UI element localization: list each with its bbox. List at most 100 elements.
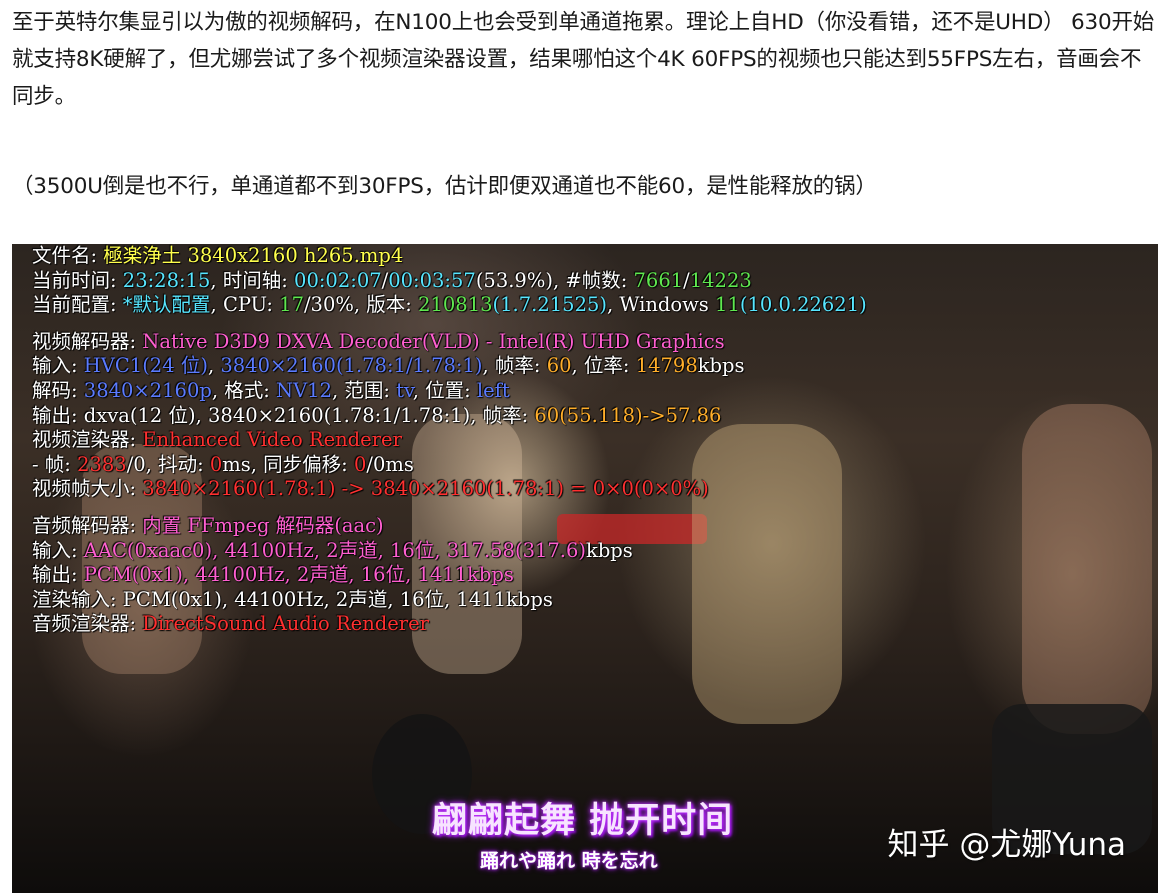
decode-range: tv	[396, 378, 413, 402]
decode-position-label: , 位置:	[412, 378, 471, 402]
render-input-label: 渲染输入:	[32, 587, 117, 611]
video-decoder-value: Native D3D9 DXVA Decoder(VLD) - Intel(R)…	[142, 329, 725, 353]
jitter-unit: ms	[222, 452, 251, 476]
timeline-percent: (53.9%)	[475, 268, 553, 292]
drop-separator: /0	[126, 452, 146, 476]
drop-label: - 帧:	[32, 452, 71, 476]
osd-line-video-output: 输出: dxva(12 位), 3840×2160(1.78:1/1.78:1)…	[32, 404, 867, 429]
decode-resolution: 3840×2160p	[83, 378, 212, 402]
video-input-separator: ,	[207, 354, 215, 378]
subtitle-japanese: 踊れや踊れ 時を忘れ	[480, 850, 658, 872]
osd-line-audio-renderer: 音频渲染器: DirectSound Audio Renderer	[32, 612, 867, 637]
audio-output-bits: , 16位	[348, 563, 406, 587]
decode-label: 解码:	[32, 378, 78, 402]
zhihu-watermark: 知乎 @尤娜Yuna	[887, 827, 1126, 863]
audio-input-codec: AAC(0xaac0)	[83, 538, 213, 562]
config-label: 当前配置:	[32, 293, 117, 317]
video-renderer-label: 视频渲染器:	[32, 428, 137, 452]
audio-input-label: 输入:	[32, 538, 78, 562]
timeline-total: 00:03:57	[388, 268, 476, 292]
osd-line-config: 当前配置: *默认配置, CPU: 17/30%, 版本: 210813(1.7…	[32, 293, 867, 318]
osd-line-video-decoder: 视频解码器: Native D3D9 DXVA Decoder(VLD) - I…	[32, 330, 867, 355]
osd-line-time: 当前时间: 23:28:15, 时间轴: 00:02:07/00:03:57(5…	[32, 268, 752, 292]
timeline-position: 00:02:07	[294, 268, 382, 292]
audio-output-rate: , 44100Hz	[182, 563, 285, 587]
video-input-label: 输入:	[32, 354, 78, 378]
osd-line-audio-output: 输出: PCM(0x1), 44100Hz, 2声道, 16位, 1411kbp…	[32, 563, 867, 588]
time-label: 当前时间:	[32, 268, 117, 292]
osd-line-audio-input: 输入: AAC(0xaac0), 44100Hz, 2声道, 16位, 317.…	[32, 539, 867, 564]
performer-right-silhouette	[1022, 404, 1152, 734]
decode-position: left	[476, 378, 510, 402]
jitter-value: 0	[209, 452, 223, 476]
video-input-bitrate: 14798	[635, 354, 698, 378]
video-input-ratio: (1.78:1/1.78:1)	[335, 354, 483, 378]
decode-range-label: , 范围:	[332, 378, 390, 402]
video-input-fps: 60	[546, 354, 572, 378]
audio-renderer-label: 音频渲染器:	[32, 612, 137, 636]
video-input-resolution: 3840×2160	[220, 354, 336, 378]
osd-line-frames-drop: - 帧: 2383/0, 抖动: 0ms, 同步偏移: 0/0ms	[32, 453, 867, 478]
article-paragraph-2: （3500U倒是也不行，单通道都不到30FPS，估计即便双通道也不能60，是性能…	[12, 174, 877, 199]
article-paragraph-1: 至于英特尔集显引以为傲的视频解码，在N100上也会受到单通道拖累。理论上自HD（…	[12, 10, 1155, 109]
sync-value: 0	[353, 452, 367, 476]
video-output-fps-label: , 帧率:	[470, 403, 529, 427]
sync-unit: /0ms	[366, 452, 414, 476]
video-input-codec: HVC1(24 位)	[83, 354, 208, 378]
config-value: *默认配置	[122, 293, 211, 317]
windows-build: (10.0.22621)	[739, 293, 867, 317]
video-output-fps: 60	[534, 403, 560, 427]
video-input-fps-label: , 帧率:	[482, 354, 541, 378]
decode-format: NV12	[276, 378, 332, 402]
cpu-value: 17	[279, 293, 304, 317]
audio-output-bitrate: , 1411kbps	[405, 563, 514, 587]
frames-label: , #帧数:	[552, 268, 628, 292]
cpu-max: /30%	[303, 293, 354, 317]
audio-input-bitrate: , 317.58(317.6)	[434, 538, 586, 562]
cpu-label: , CPU:	[210, 293, 273, 317]
audio-input-unit: kbps	[586, 538, 633, 562]
osd-line-video-renderer: 视频渲染器: Enhanced Video Renderer	[32, 428, 867, 453]
frames-current: 7661	[633, 268, 684, 292]
windows-label: , Windows	[607, 293, 709, 317]
file-value: 極楽浄土 3840x2160 h265.mp4	[103, 244, 404, 267]
video-input-bitrate-label: , 位率:	[571, 354, 630, 378]
osd-line-audio-decoder: 音频解码器: 内置 FFmpeg 解码器(aac)	[32, 514, 867, 539]
video-renderer-value: Enhanced Video Renderer	[142, 428, 402, 452]
video-screenshot: 文件名: 極楽浄土 3840x2160 h265.mp4 当前时间: 23:28…	[12, 244, 1158, 893]
player-stats-overlay: 文件名: 極楽浄土 3840x2160 h265.mp4 当前时间: 23:28…	[32, 244, 867, 637]
osd-line-decode: 解码: 3840×2160p, 格式: NV12, 范围: tv, 位置: le…	[32, 379, 867, 404]
audio-input-bits: , 16位	[377, 538, 435, 562]
video-output-fps-actual: (55.118)	[559, 403, 643, 427]
frames-total: 14223	[689, 268, 752, 292]
render-input-value: PCM(0x1), 44100Hz, 2声道, 16位, 1411kbps	[122, 587, 553, 611]
video-output-fps-arrow: ->57.86	[642, 403, 722, 427]
windows-version: 11	[715, 293, 740, 317]
version-build: (1.7.21525)	[492, 293, 607, 317]
audio-input-channels: , 2声道	[313, 538, 378, 562]
osd-line-frame-size: 视频帧大小: 3840×2160(1.78:1) -> 3840×2160(1.…	[32, 477, 867, 502]
video-decoder-label: 视频解码器:	[32, 329, 137, 353]
video-output-value: dxva(12 位), 3840×2160(1.78:1/1.78:1)	[83, 403, 471, 427]
version-label: , 版本:	[353, 293, 412, 317]
audio-input-rate: , 44100Hz	[212, 538, 314, 562]
audio-decoder-label: 音频解码器:	[32, 513, 137, 537]
osd-line-render-input: 渲染输入: PCM(0x1), 44100Hz, 2声道, 16位, 1411k…	[32, 588, 867, 613]
drop-value: 2383	[77, 452, 127, 476]
decode-format-label: , 格式:	[211, 378, 270, 402]
osd-line-file: 文件名: 極楽浄土 3840x2160 h265.mp4	[32, 244, 867, 269]
timeline-label: , 时间轴:	[210, 268, 288, 292]
audio-output-codec: PCM(0x1)	[83, 563, 183, 587]
time-value: 23:28:15	[122, 268, 211, 292]
audio-output-channels: , 2声道	[284, 563, 349, 587]
subtitle-chinese: 翩翩起舞 抛开时间	[432, 801, 734, 841]
file-label: 文件名:	[32, 244, 98, 267]
jitter-label: , 抖动:	[145, 452, 204, 476]
video-input-bitrate-unit: kbps	[697, 354, 745, 378]
frame-size-label: 视频帧大小:	[32, 477, 137, 501]
video-output-label: 输出:	[32, 403, 78, 427]
sync-label: , 同步偏移:	[250, 452, 348, 476]
audio-output-label: 输出:	[32, 563, 78, 587]
audio-renderer-value: DirectSound Audio Renderer	[142, 612, 429, 636]
osd-line-video-input: 输入: HVC1(24 位), 3840×2160(1.78:1/1.78:1)…	[32, 354, 867, 379]
